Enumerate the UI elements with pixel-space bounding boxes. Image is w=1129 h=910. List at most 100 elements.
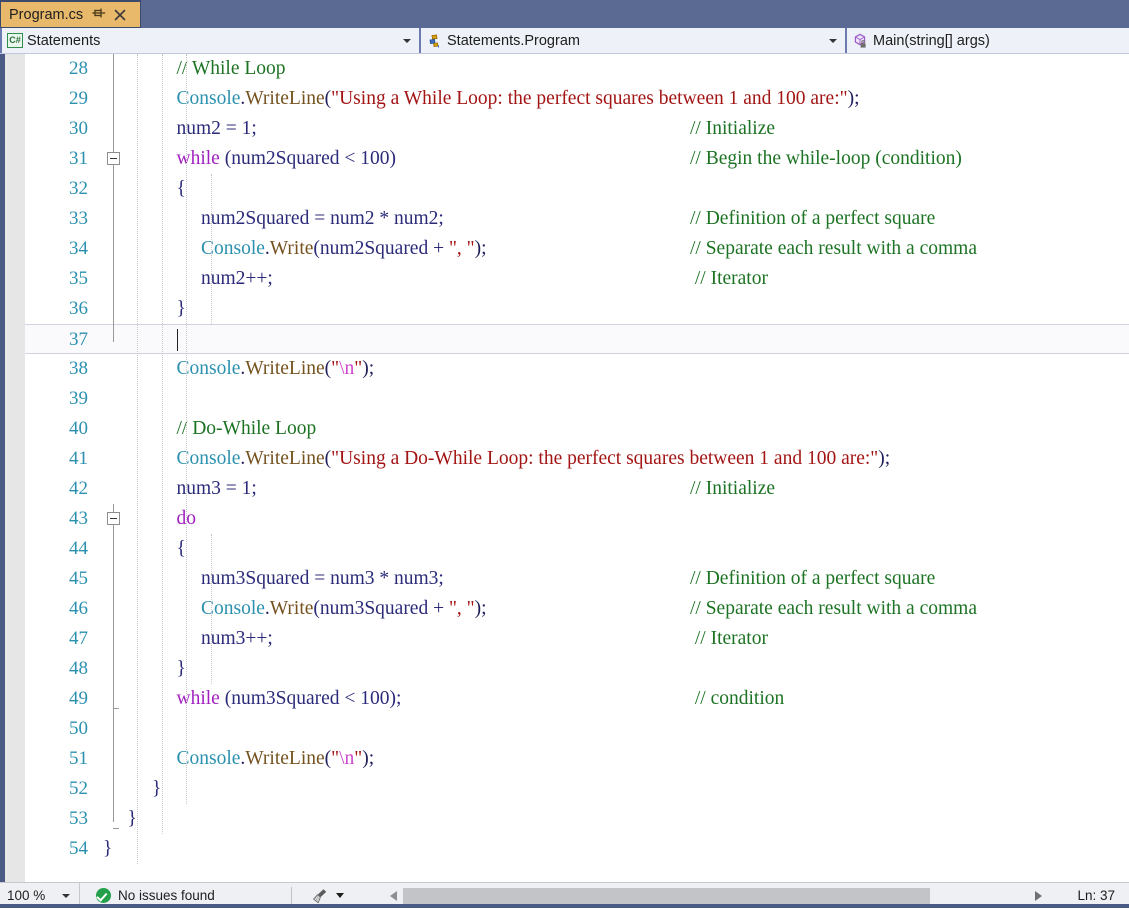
code-token: WriteLine [245, 88, 325, 109]
chevron-down-icon[interactable] [829, 38, 837, 43]
text-caret [176, 329, 178, 351]
code-line[interactable]: 54} [25, 834, 1129, 864]
code-line[interactable]: 33 num2Squared = num2 * num2; // Definitio… [25, 204, 1129, 234]
close-icon[interactable] [113, 8, 127, 22]
line-number: 28 [69, 58, 88, 79]
line-number: 39 [69, 388, 88, 409]
broom-icon[interactable] [310, 887, 330, 905]
code-token: Console [176, 448, 241, 469]
code-token: \n [339, 358, 355, 379]
member-dropdown[interactable]: Main(string[] args) [845, 28, 1129, 53]
code-line[interactable]: 53} [25, 804, 1129, 834]
code-token: } [127, 808, 137, 829]
code-token: "Using a While Loop: the perfect squares… [331, 88, 848, 109]
line-number: 37 [69, 329, 88, 350]
code-text: } [177, 654, 186, 684]
chevron-down-icon[interactable] [62, 894, 70, 898]
trailing-comment: // Initialize [690, 478, 776, 499]
code-line[interactable]: 31 while (num2Squared < 100) // Begin the … [25, 144, 1129, 174]
project-dropdown-label: Statements [27, 32, 101, 49]
code-text: { [177, 174, 186, 204]
code-token: (num3Squared + [313, 598, 449, 619]
type-dropdown-label: Statements.Program [447, 32, 580, 49]
code-token: ); [847, 88, 860, 109]
code-token: // While Loop [176, 58, 286, 79]
tab-program-cs[interactable]: Program.cs [0, 0, 141, 28]
line-number: 42 [69, 478, 88, 499]
code-token: num3Squared = num3 * num3; [201, 568, 444, 589]
code-line[interactable]: 38 Console.WriteLine("\n"); [25, 354, 1129, 384]
line-number: 51 [69, 748, 88, 769]
code-line[interactable]: 39 [25, 384, 1129, 414]
trailing-comment: // Definition of a perfect square [690, 208, 936, 229]
code-text: num3 = 1; [177, 474, 257, 504]
code-line[interactable]: 29 Console.WriteLine("Using a While Loop:… [25, 84, 1129, 114]
code-line[interactable]: 50 [25, 714, 1129, 744]
code-line[interactable]: 52} [25, 774, 1129, 804]
code-text: num2++; [201, 264, 273, 294]
code-line[interactable]: 46 Console.Write(num3Squared + ", "); // S… [25, 594, 1129, 624]
code-text: num2Squared = num2 * num2; [201, 204, 444, 234]
code-lines-container[interactable]: 28 // While Loop 29 Console.WriteLine("Usin… [25, 54, 1129, 882]
line-number: 41 [69, 448, 88, 469]
scroll-right-arrow-icon[interactable] [1035, 890, 1042, 901]
code-line[interactable]: 44 { [25, 534, 1129, 564]
code-text: Console.WriteLine("\n"); [177, 744, 375, 774]
code-line[interactable]: 49 while (num3Squared < 100); // conditio… [25, 684, 1129, 714]
chevron-down-icon[interactable] [335, 893, 344, 898]
code-line[interactable]: 30 num2 = 1; // Initialize [25, 114, 1129, 144]
status-divider [290, 886, 292, 905]
code-line[interactable]: 48} [25, 654, 1129, 684]
caret-position-label: Ln: 37 [1077, 888, 1115, 903]
code-token: num2++; [201, 268, 273, 289]
code-token: Console [176, 88, 241, 109]
scroll-left-arrow-icon[interactable] [390, 890, 397, 901]
code-editor[interactable]: 28 // While Loop 29 Console.WriteLine("Usin… [0, 54, 1129, 882]
navigation-bar: C# Statements Statements.Program Main(st… [0, 28, 1129, 54]
issues-status[interactable]: No issues found [80, 883, 215, 908]
horizontal-scrollbar[interactable] [386, 886, 1042, 905]
code-token: Console [176, 358, 241, 379]
code-token: ); [474, 238, 487, 259]
indicator-margin[interactable] [5, 54, 25, 882]
code-line[interactable]: 41 Console.WriteLine("Using a Do-While Lo… [25, 444, 1129, 474]
line-number: 36 [69, 298, 88, 319]
code-line[interactable]: 35 num2++; // Iterator [25, 264, 1129, 294]
code-token: ); [474, 598, 487, 619]
code-line[interactable]: 45 num3Squared = num3 * num3; // Definitio… [25, 564, 1129, 594]
member-dropdown-label: Main(string[] args) [873, 32, 990, 49]
zoom-level-label: 100 % [7, 888, 46, 903]
code-line[interactable]: 36} [25, 294, 1129, 324]
pin-icon[interactable] [92, 8, 106, 22]
code-line[interactable]: 37 [25, 324, 1129, 354]
line-number: 38 [69, 358, 88, 379]
code-line[interactable]: 43 do [25, 504, 1129, 534]
project-dropdown[interactable]: C# Statements [0, 28, 419, 53]
code-line[interactable]: 51 Console.WriteLine("\n"); [25, 744, 1129, 774]
code-token: (num2Squared < 100) [219, 148, 397, 169]
code-line[interactable]: 42 num3 = 1; // Initialize [25, 474, 1129, 504]
code-token: num2 = 1; [176, 118, 257, 139]
code-line[interactable]: 47 num3++; // Iterator [25, 624, 1129, 654]
line-number: 50 [69, 718, 88, 739]
code-text: Console.WriteLine("Using a Do-While Loop… [177, 444, 891, 474]
code-text: { [177, 534, 186, 564]
code-text: do [177, 504, 197, 534]
code-text: Console.Write(num3Squared + ", "); [201, 594, 487, 624]
type-dropdown[interactable]: Statements.Program [419, 28, 845, 53]
tab-label: Program.cs [9, 6, 84, 23]
code-text: num3Squared = num3 * num3; [201, 564, 444, 594]
chevron-down-icon[interactable] [403, 38, 411, 43]
code-token: Write [269, 598, 314, 619]
scrollbar-track[interactable] [403, 887, 1029, 904]
code-text: while (num3Squared < 100); [177, 684, 402, 714]
zoom-level-dropdown[interactable]: 100 % [0, 883, 80, 908]
code-line[interactable]: 32 { [25, 174, 1129, 204]
code-line[interactable]: 28 // While Loop [25, 54, 1129, 84]
scrollbar-thumb[interactable] [403, 887, 930, 904]
line-number: 54 [69, 838, 88, 859]
code-text: // Do-While Loop [177, 414, 317, 444]
code-text: Console.Write(num2Squared + ", "); [201, 234, 487, 264]
code-line[interactable]: 34 Console.Write(num2Squared + ", "); // S… [25, 234, 1129, 264]
code-line[interactable]: 40 // Do-While Loop [25, 414, 1129, 444]
